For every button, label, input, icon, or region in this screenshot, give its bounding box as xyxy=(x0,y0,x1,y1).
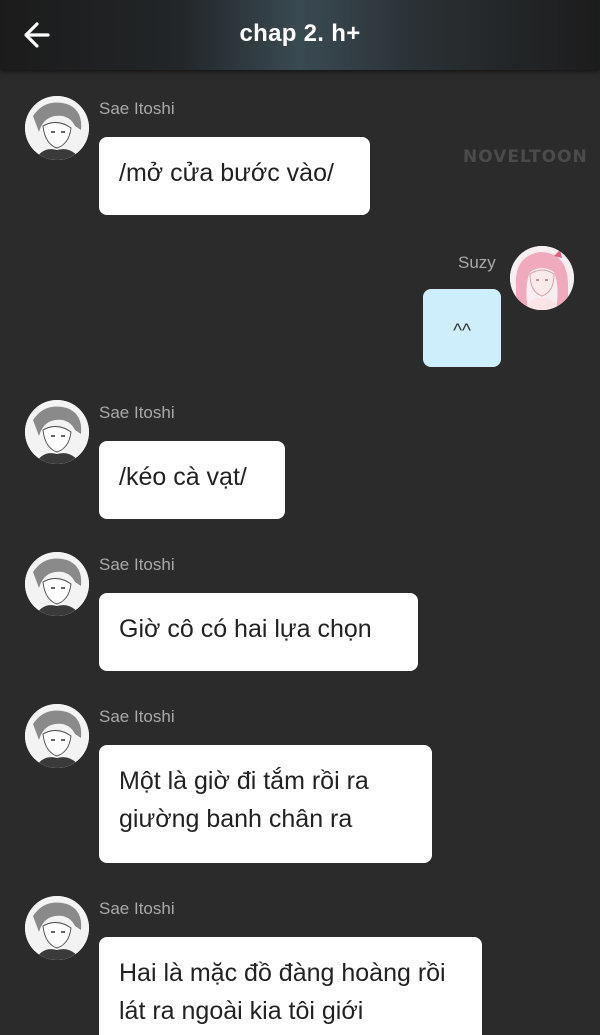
message-bubble: Hai là mặc đồ đàng hoàng rồi lát ra ngoà… xyxy=(99,937,482,1035)
sender-name: Sae Itoshi xyxy=(99,403,175,422)
header-bar: chap 2. h+ xyxy=(0,0,600,70)
watermark: NOVELTOON xyxy=(463,147,588,167)
avatar[interactable] xyxy=(25,96,89,160)
message-bubble: Một là giờ đi tắm rồi ra giường banh châ… xyxy=(99,745,432,863)
sender-name: Sae Itoshi xyxy=(99,899,175,918)
chat-screen: chap 2. h+ NOVELTOON Sae Itoshi /mở cửa … xyxy=(0,0,600,1035)
avatar[interactable] xyxy=(25,552,89,616)
sender-name: Sae Itoshi xyxy=(99,555,175,574)
sender-name: Sae Itoshi xyxy=(99,707,175,726)
message-bubble: /kéo cà vạt/ xyxy=(99,441,285,519)
message-bubble: ^^ xyxy=(423,289,501,367)
sender-name: Sae Itoshi xyxy=(99,99,175,118)
message-bubble: /mở cửa bước vào/ xyxy=(99,137,370,215)
message-bubble: Giờ cô có hai lựa chọn xyxy=(99,593,418,671)
sender-name: Suzy xyxy=(458,253,496,272)
avatar[interactable] xyxy=(25,704,89,768)
avatar[interactable] xyxy=(510,246,574,310)
avatar[interactable] xyxy=(25,400,89,464)
page-title: chap 2. h+ xyxy=(239,20,361,47)
avatar[interactable] xyxy=(25,896,89,960)
